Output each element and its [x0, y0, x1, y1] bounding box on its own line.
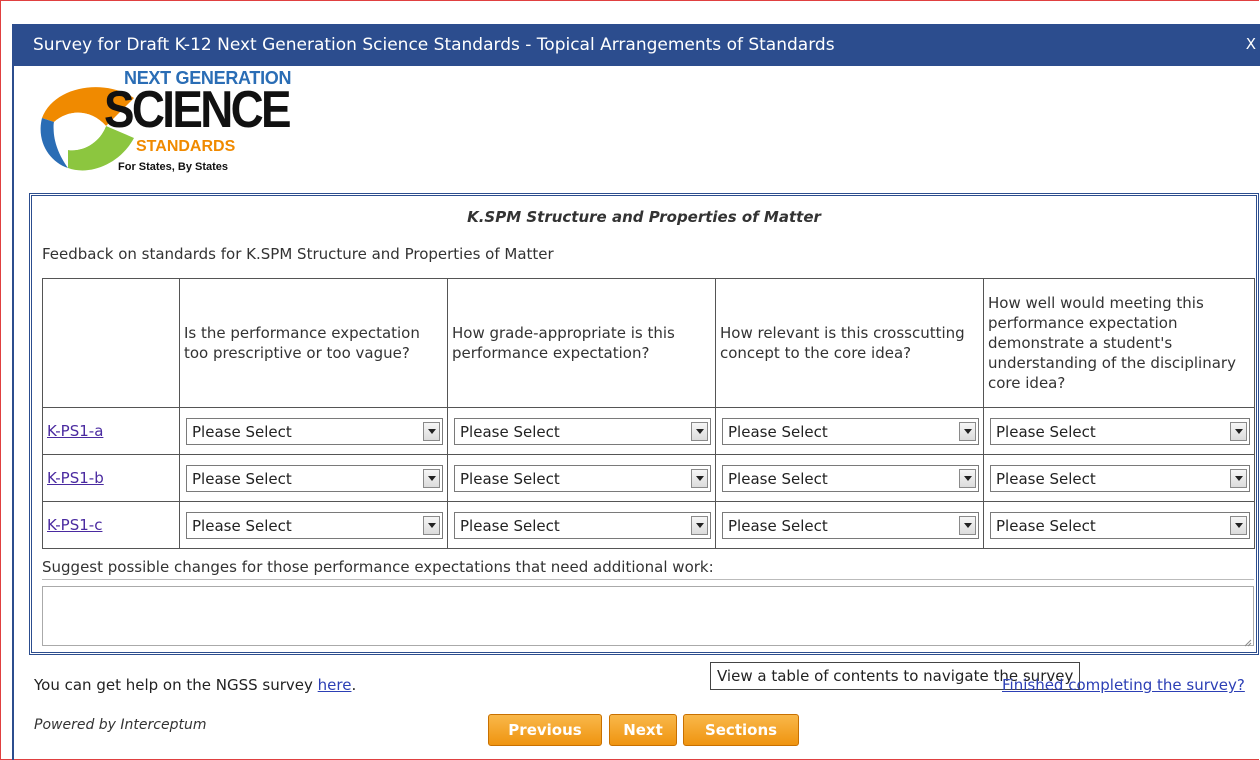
select-value: Please Select [192, 469, 292, 488]
table-cell: Please Select [447, 501, 716, 549]
rating-select[interactable]: Please Select [454, 417, 711, 445]
chevron-down-icon[interactable] [691, 421, 708, 441]
chevron-down-icon[interactable] [1230, 468, 1247, 488]
rating-select[interactable]: Please Select [722, 511, 979, 539]
feedback-text: Feedback on standards for K.SPM Structur… [42, 245, 554, 263]
select-value: Please Select [728, 469, 828, 488]
table-row: K-PS1-c Please Select Please Select Plea… [42, 501, 1255, 549]
row-label-cell: K-PS1-a [42, 407, 180, 455]
column-header [42, 278, 180, 408]
help-prefix: You can get help on the NGSS survey [34, 676, 318, 694]
help-suffix: . [351, 676, 357, 694]
rating-select[interactable]: Please Select [990, 464, 1250, 492]
window-title: Survey for Draft K-12 Next Generation Sc… [33, 35, 835, 55]
survey-panel: K.SPM Structure and Properties of Matter… [29, 193, 1259, 690]
chevron-down-icon[interactable] [959, 421, 976, 441]
chevron-down-icon[interactable] [1230, 421, 1247, 441]
chevron-down-icon[interactable] [1230, 515, 1247, 535]
chevron-down-icon[interactable] [691, 468, 708, 488]
rating-select[interactable]: Please Select [990, 417, 1250, 445]
column-header: How grade-appropriate is this performanc… [447, 278, 716, 408]
logo-text-standards: STANDARDS [136, 138, 236, 155]
table-cell: Please Select [447, 407, 716, 455]
select-value: Please Select [460, 422, 560, 441]
select-value: Please Select [996, 469, 1096, 488]
sections-button[interactable]: Sections [683, 714, 799, 746]
table-cell: Please Select [715, 501, 984, 549]
row-label-cell: K-PS1-c [42, 501, 180, 549]
select-value: Please Select [192, 422, 292, 441]
column-header: Is the performance expectation too presc… [179, 278, 448, 408]
select-value: Please Select [460, 469, 560, 488]
survey-content: NEXT GENERATION SCIENCE STANDARDS For St… [12, 66, 1260, 760]
rating-table: Is the performance expectation too presc… [42, 278, 1255, 549]
table-cell: Please Select [983, 407, 1255, 455]
rating-select[interactable]: Please Select [722, 417, 979, 445]
chevron-down-icon[interactable] [959, 468, 976, 488]
rating-select[interactable]: Please Select [990, 511, 1250, 539]
table-cell: Please Select [983, 454, 1255, 502]
table-cell: Please Select [983, 501, 1255, 549]
table-cell: Please Select [715, 407, 984, 455]
rating-select[interactable]: Please Select [186, 417, 443, 445]
select-value: Please Select [996, 516, 1096, 535]
close-button[interactable]: X [1246, 35, 1256, 53]
suggest-label: Suggest possible changes for those perfo… [42, 558, 714, 576]
table-cell: Please Select [715, 454, 984, 502]
column-header: How well would meeting this performance … [983, 278, 1255, 408]
logo-text-science: SCIENCE [104, 81, 292, 139]
ngss-logo: NEXT GENERATION SCIENCE STANDARDS For St… [34, 66, 292, 181]
logo-tagline: For States, By States [118, 161, 229, 173]
rating-select[interactable]: Please Select [454, 464, 711, 492]
help-text: You can get help on the NGSS survey here… [34, 676, 356, 694]
powered-by: Powered by Interceptum [34, 717, 207, 733]
chevron-down-icon[interactable] [423, 515, 440, 535]
chevron-down-icon[interactable] [691, 515, 708, 535]
table-row: K-PS1-a Please Select Please Select Plea… [42, 407, 1255, 455]
finished-survey-link[interactable]: Finished completing the survey? [1002, 676, 1245, 694]
select-value: Please Select [460, 516, 560, 535]
previous-button[interactable]: Previous [488, 714, 602, 746]
table-cell: Please Select [179, 454, 448, 502]
resize-handle-icon[interactable] [1244, 639, 1252, 647]
column-header: How relevant is this crosscutting concep… [715, 278, 984, 408]
row-label-cell: K-PS1-b [42, 454, 180, 502]
table-header-row: Is the performance expectation too presc… [42, 278, 1255, 408]
select-value: Please Select [192, 516, 292, 535]
help-link[interactable]: here [318, 676, 352, 694]
divider [42, 579, 1254, 580]
select-value: Please Select [996, 422, 1096, 441]
table-row: K-PS1-b Please Select Please Select Plea… [42, 454, 1255, 502]
next-button[interactable]: Next [609, 714, 677, 746]
rating-select[interactable]: Please Select [186, 464, 443, 492]
rating-select[interactable]: Please Select [722, 464, 979, 492]
standard-link[interactable]: K-PS1-c [47, 516, 102, 534]
table-cell: Please Select [179, 501, 448, 549]
chevron-down-icon[interactable] [423, 421, 440, 441]
rating-select[interactable]: Please Select [454, 511, 711, 539]
standard-link[interactable]: K-PS1-a [47, 422, 103, 440]
section-title: K.SPM Structure and Properties of Matter [467, 208, 821, 226]
select-value: Please Select [728, 516, 828, 535]
rating-select[interactable]: Please Select [186, 511, 443, 539]
standard-link[interactable]: K-PS1-b [47, 469, 104, 487]
suggestions-textarea[interactable] [42, 586, 1254, 646]
table-cell: Please Select [447, 454, 716, 502]
select-value: Please Select [728, 422, 828, 441]
chevron-down-icon[interactable] [959, 515, 976, 535]
window-titlebar: Survey for Draft K-12 Next Generation Sc… [12, 24, 1260, 66]
chevron-down-icon[interactable] [423, 468, 440, 488]
table-cell: Please Select [179, 407, 448, 455]
